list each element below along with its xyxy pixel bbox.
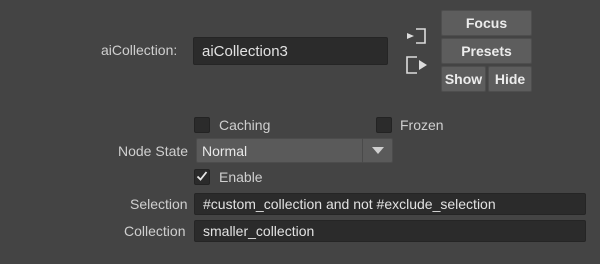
output-connection-icon[interactable] — [404, 54, 430, 76]
caching-checkbox[interactable] — [194, 117, 210, 133]
collection-value: smaller_collection — [203, 223, 315, 239]
enable-checkbox[interactable] — [194, 169, 210, 185]
selection-field[interactable]: #custom_collection and not #exclude_sele… — [194, 193, 586, 215]
checkmark-icon — [196, 169, 208, 185]
node-state-dropdown[interactable]: Normal — [196, 138, 393, 163]
frozen-label: Frozen — [400, 117, 444, 133]
enable-label: Enable — [219, 169, 263, 185]
selection-label: Selection — [130, 196, 188, 212]
selection-value: #custom_collection and not #exclude_sele… — [203, 196, 496, 212]
show-button[interactable]: Show — [441, 66, 486, 92]
input-connection-icon[interactable] — [404, 26, 428, 46]
node-name-field[interactable]: aiCollection3 — [193, 37, 388, 65]
caching-label: Caching — [219, 117, 271, 133]
frozen-checkbox[interactable] — [376, 117, 392, 133]
node-name-label: aiCollection: — [101, 42, 178, 58]
focus-button[interactable]: Focus — [441, 10, 532, 36]
collection-label: Collection — [124, 223, 186, 239]
node-name-value: aiCollection3 — [202, 42, 288, 60]
chevron-down-icon — [363, 146, 392, 155]
node-state-label: Node State — [118, 143, 189, 159]
collection-field[interactable]: smaller_collection — [194, 220, 586, 242]
hide-button[interactable]: Hide — [488, 66, 532, 92]
presets-button[interactable]: Presets — [441, 38, 532, 64]
node-state-value: Normal — [202, 142, 248, 159]
